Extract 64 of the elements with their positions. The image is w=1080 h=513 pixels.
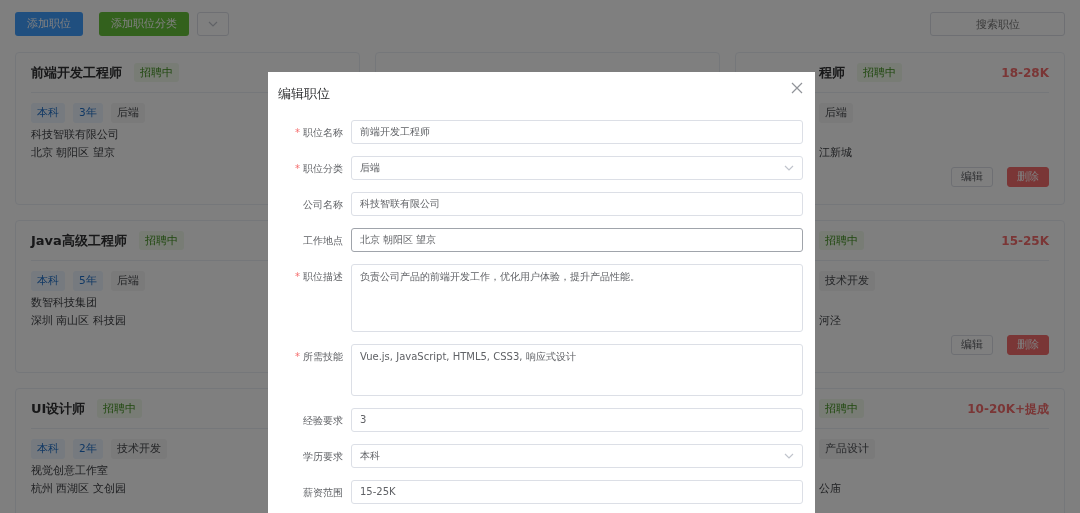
field-label: 薪资范围 bbox=[303, 486, 343, 498]
field-label: 工作地点 bbox=[303, 234, 343, 246]
required-mark: * bbox=[295, 162, 300, 174]
status-tag: 招聘中 bbox=[819, 230, 864, 251]
tag: 后端 bbox=[110, 103, 145, 123]
search-field[interactable]: 搜索职位 bbox=[930, 12, 1065, 36]
location-text: 公庙 bbox=[819, 482, 841, 494]
required-mark: * bbox=[295, 126, 300, 138]
text-area[interactable]: 负责公司产品的前端开发工作，优化用户体验，提升产品性能。 bbox=[351, 263, 803, 332]
select-field[interactable]: 本科 bbox=[351, 443, 803, 468]
tag: 后端 bbox=[819, 103, 853, 123]
field-label: 所需技能 bbox=[303, 350, 343, 362]
text-area[interactable]: Vue.js, JavaScript, HTML5, CSS3, 响应式设计 bbox=[351, 343, 803, 396]
location-text: 杭州 西湖区 文创园 bbox=[31, 482, 126, 494]
field-label: 经验要求 bbox=[303, 414, 343, 426]
tag: 5年 bbox=[73, 271, 103, 291]
salary-text: 10-20K+提成 bbox=[967, 400, 1049, 418]
status-tag: 招聘中 bbox=[97, 398, 143, 419]
input-field[interactable]: 15-25K bbox=[351, 479, 803, 504]
salary-text: 15-25K bbox=[1001, 232, 1049, 250]
dialog-title: 编辑职位 bbox=[278, 85, 330, 103]
location-text: 江新城 bbox=[819, 146, 852, 158]
tag: 技术开发 bbox=[110, 439, 167, 459]
input-field[interactable]: 北京 朝阳区 望京 bbox=[351, 227, 803, 252]
location-text: 深圳 南山区 科技园 bbox=[31, 314, 126, 326]
job-title: Java高级工程师 bbox=[31, 231, 127, 250]
salary-text: 18-28K bbox=[1001, 64, 1049, 82]
company-text: 数智科技集团 bbox=[31, 296, 97, 308]
tag: 后端 bbox=[110, 271, 145, 291]
tag: 本科 bbox=[31, 439, 65, 459]
edit-button[interactable]: 编辑 bbox=[951, 335, 993, 355]
field-label: 职位描述 bbox=[303, 270, 343, 282]
select-field[interactable]: 后端 bbox=[351, 155, 803, 180]
status-tag: 招聘中 bbox=[819, 398, 864, 419]
field-label: 学历要求 bbox=[303, 450, 343, 462]
status-tag: 招聘中 bbox=[138, 230, 184, 251]
job-title: UI设计师 bbox=[31, 399, 86, 418]
location-text: 北京 朝阳区 望京 bbox=[31, 146, 115, 158]
tag: 产品设计 bbox=[819, 439, 875, 459]
job-title: 程师 bbox=[819, 63, 845, 82]
company-text: 视觉创意工作室 bbox=[31, 464, 108, 476]
job-title: 前端开发工程师 bbox=[31, 63, 122, 82]
required-mark: * bbox=[295, 270, 300, 282]
caret-icon bbox=[208, 21, 218, 27]
field-label: 职位名称 bbox=[303, 126, 343, 138]
field-label: 职位分类 bbox=[303, 162, 343, 174]
tag: 3年 bbox=[73, 103, 103, 123]
caret-icon bbox=[784, 164, 794, 171]
company-text: 科技智联有限公司 bbox=[31, 128, 119, 140]
location-text: 河泾 bbox=[819, 314, 841, 326]
tag: 本科 bbox=[31, 103, 65, 123]
edit-button[interactable]: 编辑 bbox=[951, 167, 993, 187]
tag: 本科 bbox=[31, 271, 65, 291]
required-mark: * bbox=[295, 350, 300, 362]
status-tag: 招聘中 bbox=[134, 62, 179, 83]
close-icon[interactable] bbox=[791, 82, 803, 94]
tag: 2年 bbox=[73, 439, 103, 459]
tag: 技术开发 bbox=[819, 271, 875, 291]
caret-icon bbox=[784, 452, 794, 459]
input-field[interactable]: 科技智联有限公司 bbox=[351, 191, 803, 216]
input-field[interactable]: 3 bbox=[351, 407, 803, 432]
input-field[interactable]: 前端开发工程师 bbox=[351, 119, 803, 144]
status-tag: 招聘中 bbox=[857, 62, 902, 83]
field-label: 公司名称 bbox=[303, 198, 343, 210]
